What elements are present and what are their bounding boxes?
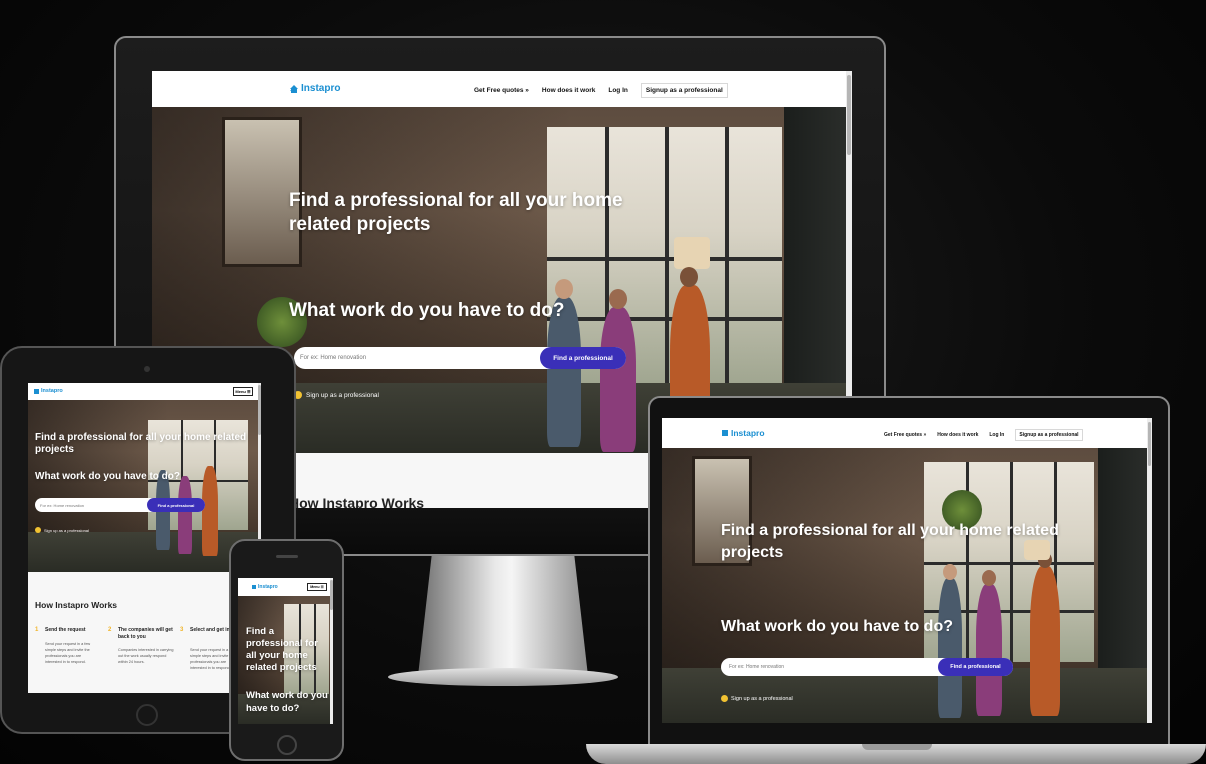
menu-button[interactable]: Menu ☰	[233, 387, 253, 396]
brand-logo[interactable]: Instapro	[722, 428, 765, 438]
step-number: 1	[35, 627, 39, 633]
house-icon	[252, 585, 256, 589]
signup-pro-link[interactable]: Sign up as a professional	[294, 391, 379, 399]
search-input[interactable]: For ex: Home renovation	[729, 664, 784, 670]
menu-button[interactable]: Menu ☰	[307, 583, 327, 591]
hero-section: Find a professional for all your home re…	[238, 596, 333, 724]
brand-logo[interactable]: Instapro	[34, 388, 63, 394]
search-input[interactable]: For ex: Home renovation	[300, 355, 366, 361]
brand-logo[interactable]: Instapro	[290, 83, 340, 94]
signup-pro-link[interactable]: Sign up as a professional	[721, 695, 793, 702]
hero-section: Find a professional for all your home re…	[662, 448, 1152, 723]
hero-headline: Find a professional for all your home re…	[289, 190, 623, 235]
arrow-right-icon	[721, 695, 728, 702]
hero-question: What work do you have to do?	[35, 471, 180, 482]
step-desc: Send your request in a few simple steps …	[45, 642, 91, 664]
step-2: 2 The companies will get back to you Com…	[108, 627, 178, 687]
tablet-screen: Instapro Menu ☰ Find a professional for …	[28, 383, 261, 693]
arrow-right-icon	[35, 527, 41, 533]
search-bar: For ex: Home renovation Find a professio…	[721, 658, 1013, 676]
laptop-notch	[862, 744, 932, 750]
navbar: Instapro Get Free quotes » How does it w…	[152, 71, 852, 107]
signup-pro-label: Sign up as a professional	[731, 695, 793, 702]
lamp-image	[674, 237, 710, 269]
person-image	[600, 307, 636, 452]
signup-pro-label: Sign up as a professional	[306, 391, 379, 399]
find-professional-button[interactable]: Find a professional	[938, 658, 1013, 676]
hero-headline: Find a professional for all your home re…	[35, 432, 247, 455]
scrollbar[interactable]	[1147, 418, 1152, 723]
hero-section: Find a professional for all your home re…	[28, 400, 261, 572]
laptop-screen: Instapro Get Free quotes » How does it w…	[662, 418, 1152, 723]
nav-login[interactable]: Log In	[608, 87, 628, 94]
brand-name: Instapro	[258, 584, 278, 590]
signup-pro-label: Sign up as a professional	[44, 527, 89, 533]
step-desc: Companies interested in carrying out the…	[118, 648, 174, 664]
brand-logo[interactable]: Instapro	[252, 584, 278, 590]
hero-question: What work do you have to do?	[289, 300, 565, 321]
step-title: The companies will get back to you	[118, 627, 173, 640]
house-icon	[34, 388, 39, 394]
home-button	[277, 735, 297, 755]
navbar: Instapro Menu ☰	[28, 383, 261, 400]
nav-signup-pro[interactable]: Signup as a professional	[640, 83, 728, 98]
mockup-stage: Instapro Get Free quotes » How does it w…	[0, 0, 1206, 764]
nav-signup-pro[interactable]: Signup as a professional	[1015, 429, 1083, 441]
house-icon	[290, 84, 298, 93]
brand-name: Instapro	[41, 388, 63, 394]
nav-free-quotes[interactable]: Get Free quotes »	[474, 87, 529, 94]
step-number: 3	[180, 627, 184, 633]
nav-links: Get Free quotes » How does it work Log I…	[884, 429, 1083, 441]
step-number: 2	[108, 627, 112, 633]
brand-name: Instapro	[731, 428, 765, 438]
search-input[interactable]: For ex: Home renovation	[40, 503, 84, 508]
monitor-stand	[418, 556, 588, 676]
search-bar: For ex: Home renovation Find a professio…	[35, 498, 205, 512]
how-title: How Instapro Works	[289, 495, 425, 508]
signup-pro-link[interactable]: Sign up as a professional	[35, 527, 89, 533]
monitor-stand-base	[388, 668, 618, 686]
scrollbar[interactable]	[330, 578, 333, 724]
nav-how-it-works[interactable]: How does it work	[542, 87, 595, 94]
hero-question: What work do you have to do?	[721, 618, 953, 635]
nav-how-it-works[interactable]: How does it work	[937, 432, 978, 438]
how-it-works-section: How Instapro Works 1 Send the request Se…	[28, 572, 261, 693]
hero-headline: Find a professional for all your home re…	[246, 626, 318, 673]
nav-links: Get Free quotes » How does it work Log I…	[474, 83, 728, 98]
hero-headline: Find a professional for all your home re…	[721, 522, 1059, 561]
phone-screen: Instapro Menu ☰ Find a professional for …	[238, 578, 333, 724]
find-professional-button[interactable]: Find a professional	[540, 347, 626, 369]
search-bar: For ex: Home renovation Find a professio…	[294, 347, 626, 369]
house-icon	[722, 430, 728, 436]
find-professional-button[interactable]: Find a professional	[147, 498, 205, 512]
brand-name: Instapro	[301, 83, 341, 94]
navbar: Instapro Menu ☰	[238, 578, 333, 596]
how-title: How Instapro Works	[35, 600, 118, 610]
hero-question: What work do you have to do?	[246, 690, 328, 714]
navbar: Instapro Get Free quotes » How does it w…	[662, 418, 1152, 448]
nav-free-quotes[interactable]: Get Free quotes »	[884, 432, 926, 438]
step-1: 1 Send the request Send your request in …	[35, 627, 101, 687]
home-button	[136, 704, 158, 726]
nav-login[interactable]: Log In	[989, 432, 1004, 438]
step-title: Send the request	[45, 627, 86, 633]
